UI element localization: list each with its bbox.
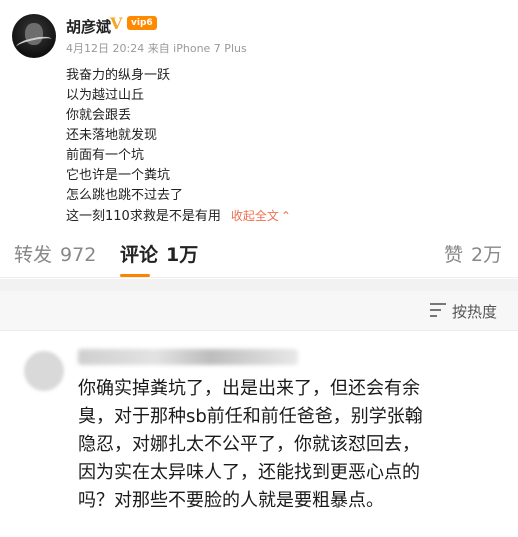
comment-line: 臭，对于那种sb前任和前任爸爸，别学张翰: [78, 406, 423, 427]
username[interactable]: 胡彦斌: [66, 16, 111, 37]
tab-reposts-label: 转发: [14, 244, 53, 266]
level-badge: vip6: [127, 16, 157, 30]
post-line: 它也许是一个粪坑: [66, 168, 171, 183]
sort-bar: 按热度: [0, 291, 518, 331]
tab-comments-count: 1万: [166, 244, 199, 266]
avatar-signature: [15, 34, 53, 52]
weibo-post: 胡彦斌 V vip6 4月12日 20:24 来自 iPhone 7 Plus …: [0, 0, 518, 228]
post-line: 还未落地就发现: [66, 128, 158, 143]
tab-reposts-count: 972: [60, 244, 97, 266]
tab-comments[interactable]: 评论 1万: [120, 240, 198, 267]
verified-icon: V: [110, 14, 123, 33]
engagement-tabs: 转发 972 评论 1万 赞 2万: [0, 228, 518, 278]
collapse-button[interactable]: 收起全文: [231, 209, 279, 223]
post-line-text: 这一刻110求救是不是有用: [66, 209, 221, 224]
sort-by-hot-button[interactable]: 按热度: [452, 301, 497, 322]
sort-icon[interactable]: [430, 303, 446, 317]
commenter-name-blurred: [78, 349, 298, 365]
tab-comments-label: 评论: [120, 244, 159, 266]
post-line: 前面有一个坑: [66, 148, 145, 163]
comment-text: 你确实掉粪坑了，出是出来了，但还会有余 臭，对于那种sb前任和前任爸爸，别学张翰…: [78, 375, 423, 515]
comment-line: 隐忍，对娜扎太不公平了，你就该怼回去，: [78, 434, 420, 455]
active-tab-indicator: [120, 274, 150, 277]
tab-likes[interactable]: 赞 2万: [444, 240, 502, 267]
post-meta: 4月12日 20:24 来自 iPhone 7 Plus: [66, 42, 247, 55]
comment-item: 你确实掉粪坑了，出是出来了，但还会有余 臭，对于那种sb前任和前任爸爸，别学张翰…: [0, 331, 518, 537]
post-line: 怎么跳也跳不过去了: [66, 188, 184, 203]
comment-line: 因为实在太异味人了，还能找到更恶心点的: [78, 462, 420, 483]
comment-line: 你确实掉粪坑了，出是出来了，但还会有余: [78, 378, 420, 399]
post-line: 以为越过山丘: [66, 88, 145, 103]
section-divider: [0, 279, 518, 291]
comment-line: 吗？对那些不要脸的人就是要粗暴点。: [78, 490, 384, 511]
chevron-up-icon[interactable]: ⌃: [281, 209, 291, 223]
post-content: 我奋力的纵身一跃 以为越过山丘 你就会跟丢 还未落地就发现 前面有一个坑 它也许…: [66, 66, 291, 226]
post-line: 我奋力的纵身一跃: [66, 68, 171, 83]
commenter-avatar[interactable]: [24, 351, 64, 391]
tab-reposts[interactable]: 转发 972: [14, 240, 96, 267]
tab-likes-label: 赞: [444, 244, 464, 266]
avatar[interactable]: [12, 14, 56, 58]
post-last-line: 这一刻110求救是不是有用 收起全文 ⌃: [66, 206, 291, 226]
post-line: 你就会跟丢: [66, 108, 132, 123]
tab-likes-count: 2万: [471, 244, 503, 266]
